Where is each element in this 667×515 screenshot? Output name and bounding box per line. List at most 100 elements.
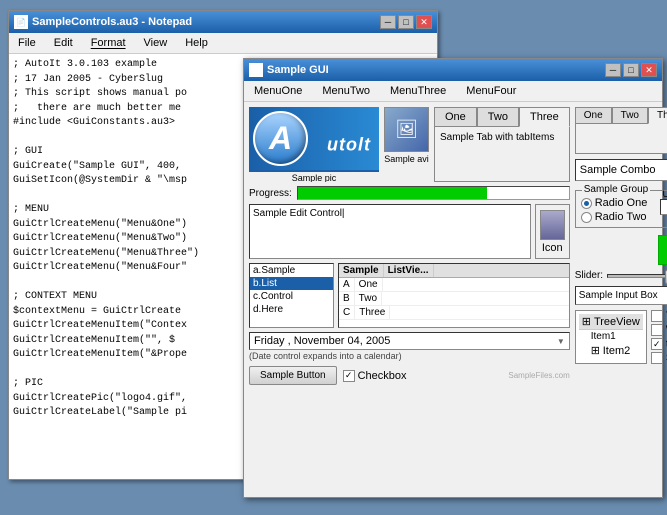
avi-area: 🖼 Sample avi: [384, 107, 429, 182]
lv-col-sample: Sample: [339, 264, 384, 277]
slider-track[interactable]: [607, 274, 667, 278]
lv-cell: One: [355, 278, 383, 291]
slider-row: Slider:: [575, 270, 667, 281]
icon-area: Icon: [535, 204, 570, 259]
listview-header: Sample ListVie...: [339, 264, 569, 278]
lv-row: B Two: [339, 292, 569, 306]
icon-label: Icon: [542, 242, 563, 254]
logo-label: Sample pic: [249, 172, 379, 182]
tab-one[interactable]: One: [434, 107, 477, 126]
progress-fill: [298, 187, 488, 199]
radio-two[interactable]: [581, 212, 592, 223]
date-value: Friday , November 04, 2005: [254, 335, 390, 347]
notepad-menu-edit[interactable]: Edit: [49, 35, 78, 51]
list-item[interactable]: a.Sample: [250, 264, 333, 277]
radio-two-row: Radio Two: [581, 211, 667, 223]
icon-image: [540, 210, 565, 240]
date-note: (Date control expands into a calendar): [249, 350, 570, 362]
combo-box[interactable]: Sample Combo ▼: [575, 159, 667, 181]
logo-area: A utolt Sample pic: [249, 107, 379, 182]
tab-three[interactable]: Three: [519, 107, 570, 127]
cb-item-tvs: ✓ tvs_checkboxes: [651, 338, 667, 350]
right-tab-three[interactable]: Three: [648, 107, 667, 124]
sample-group: Sample Group UpDown 42 ▲ ▼ Radio One: [575, 190, 667, 228]
treeview-item2[interactable]: ⊞ Item2: [579, 343, 643, 358]
checkbox[interactable]: ✓: [343, 370, 355, 382]
right-tab-one[interactable]: One: [575, 107, 612, 123]
updown-label: UpDown: [660, 189, 667, 199]
watermark: SampleFiles.com: [413, 371, 570, 380]
gui-menu-one[interactable]: MenuOne: [248, 83, 308, 99]
sample-gui-window: 🖼 Sample GUI ─ □ ✕ MenuOne MenuTwo MenuT…: [243, 58, 663, 498]
cb-item-with: With: [651, 324, 667, 336]
top-section: A utolt Sample pic 🖼 Sample avi One Two …: [249, 107, 570, 182]
bottom-row: Sample Button ✓ Checkbox SampleFiles.com: [249, 366, 570, 385]
list-item[interactable]: d.Here: [250, 303, 333, 316]
checkboxes-col: TreeView With ✓ tvs_checkboxes Style: [651, 310, 667, 364]
notepad-menu-help[interactable]: Help: [180, 35, 213, 51]
notepad-menu-view[interactable]: View: [139, 35, 173, 51]
treeview-item1[interactable]: Item1: [579, 330, 643, 343]
notepad-menu-file[interactable]: File: [13, 35, 41, 51]
tab-two[interactable]: Two: [477, 107, 519, 126]
gui-menu-two[interactable]: MenuTwo: [316, 83, 376, 99]
lv-cell: B: [339, 292, 355, 305]
left-tab-panel: One Two Three Sample Tab with tabItems: [434, 107, 570, 182]
sample-gui-close-button[interactable]: ✕: [641, 63, 657, 77]
notepad-menubar: File Edit Format View Help: [9, 33, 437, 54]
progress-row: Progress:: [249, 186, 570, 200]
updown-control: 42 ▲ ▼: [660, 199, 667, 215]
gui-left-panel: A utolt Sample pic 🖼 Sample avi One Two …: [249, 107, 570, 491]
checkbox-label: Checkbox: [358, 370, 407, 382]
treeview-expand-icon2: ⊞: [591, 345, 600, 357]
sample-button[interactable]: Sample Button: [249, 366, 337, 385]
cb-item-style: Style: [651, 352, 667, 364]
notepad-titlebar: 📄 SampleControls.au3 - Notepad ─ □ ✕: [9, 11, 437, 33]
right-tab-buttons: One Two Three: [575, 107, 667, 124]
progress-label: Progress:: [249, 188, 292, 199]
right-tab-section: One Two Three: [575, 107, 667, 154]
sample-gui-maximize-button[interactable]: □: [623, 63, 639, 77]
notepad-close-button[interactable]: ✕: [416, 15, 432, 29]
radio-one[interactable]: [581, 198, 592, 209]
notepad-maximize-button[interactable]: □: [398, 15, 414, 29]
lv-cell: Three: [355, 306, 390, 319]
list-item-selected[interactable]: b.List: [250, 277, 333, 290]
notepad-icon: 📄: [14, 15, 28, 29]
cb-style[interactable]: [651, 352, 663, 364]
cb-tvs[interactable]: ✓: [651, 338, 663, 350]
input-box[interactable]: Sample Input Box: [575, 286, 667, 305]
notepad-menu-format[interactable]: Format: [86, 35, 131, 51]
gui-menubar: MenuOne MenuTwo MenuThree MenuFour: [244, 81, 662, 102]
small-listbox[interactable]: a.Sample b.List c.Control d.Here: [249, 263, 334, 328]
slider-label: Slider:: [575, 270, 603, 281]
sample-gui-minimize-button[interactable]: ─: [605, 63, 621, 77]
treeview-header: ⊞ TreeView: [579, 314, 643, 330]
right-tab-two[interactable]: Two: [612, 107, 648, 123]
cb-with[interactable]: [651, 324, 663, 336]
cb-treeview[interactable]: [651, 310, 663, 322]
sample-gui-icon: 🖼: [249, 63, 263, 77]
updown-container: UpDown 42 ▲ ▼: [660, 189, 667, 215]
notepad-minimize-button[interactable]: ─: [380, 15, 396, 29]
edit-control[interactable]: Sample Edit Control|: [249, 204, 531, 259]
avi-icon: 🖼: [384, 107, 429, 152]
list-section: a.Sample b.List c.Control d.Here Sample …: [249, 263, 570, 328]
notepad-title: SampleControls.au3 - Notepad: [32, 16, 192, 28]
sample-gui-title: Sample GUI: [267, 64, 329, 76]
lv-col-listview: ListVie...: [384, 264, 434, 277]
treeview-expand-icon: ⊞: [582, 315, 591, 328]
treeview: ⊞ TreeView Item1 ⊞ Item2: [575, 310, 647, 364]
gui-menu-four[interactable]: MenuFour: [460, 83, 522, 99]
gui-menu-three[interactable]: MenuThree: [384, 83, 452, 99]
listview: Sample ListVie... A One B Two C Three: [338, 263, 570, 328]
list-item[interactable]: c.Control: [250, 290, 333, 303]
lv-cell: Two: [355, 292, 382, 305]
logo-text: utolt: [327, 134, 371, 155]
date-dropdown-arrow[interactable]: ▼: [557, 337, 565, 346]
date-picker[interactable]: Friday , November 04, 2005 ▼: [249, 332, 570, 350]
lv-cell: C: [339, 306, 355, 319]
tab-content: Sample Tab with tabItems: [434, 127, 570, 182]
updown-value[interactable]: 42: [660, 199, 667, 215]
radio-two-label: Radio Two: [595, 211, 647, 223]
